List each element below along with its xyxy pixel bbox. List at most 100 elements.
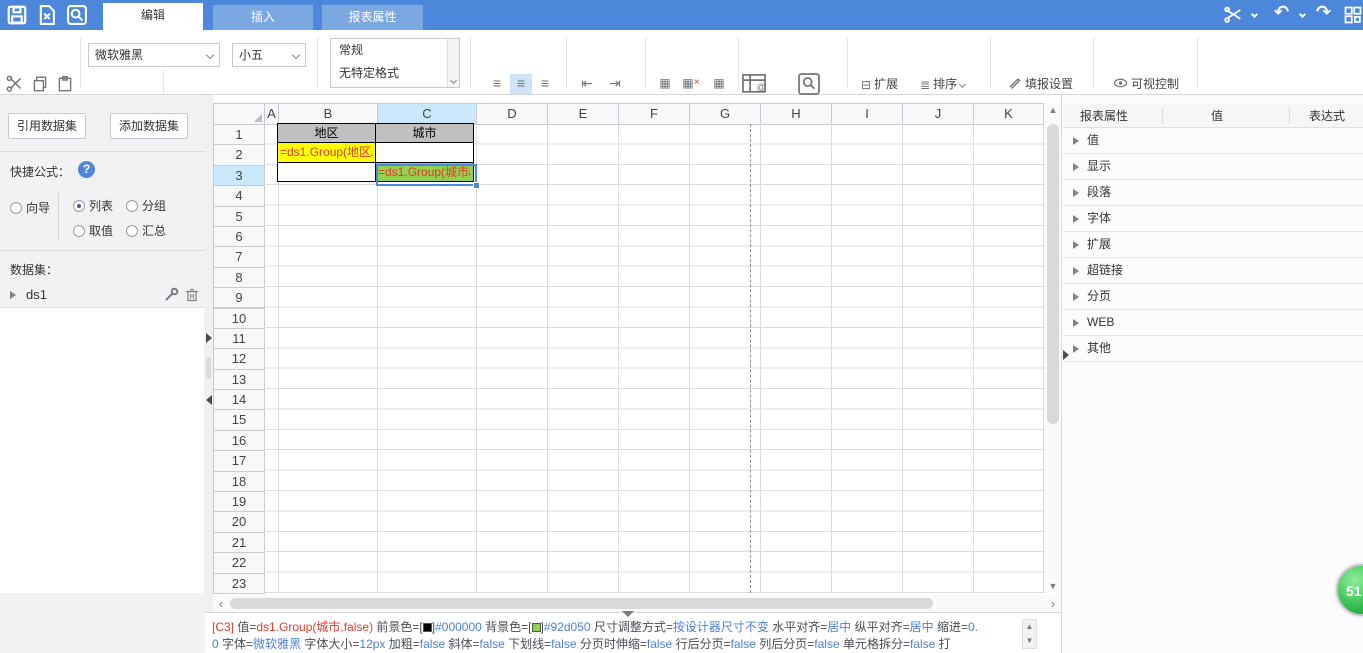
edit-dataset-icon[interactable] <box>164 287 179 305</box>
column-header-I[interactable]: I <box>831 103 903 125</box>
copy-icon[interactable] <box>31 75 51 93</box>
horizontal-scroll-thumb[interactable] <box>230 598 933 609</box>
property-section-8[interactable]: 其他 <box>1063 336 1363 362</box>
property-section-1[interactable]: 显示 <box>1063 154 1363 180</box>
delete-dataset-icon[interactable] <box>185 287 199 305</box>
cell-B1[interactable]: 地区 <box>277 123 376 143</box>
property-section-5[interactable]: 超链接 <box>1063 258 1363 284</box>
select-all-corner[interactable] <box>213 103 265 125</box>
selection-resize-handle[interactable] <box>473 182 480 189</box>
section-expand-icon[interactable] <box>1073 163 1079 171</box>
row-header-10[interactable]: 10 <box>213 308 265 329</box>
row-header-16[interactable]: 16 <box>213 430 265 451</box>
property-section-0[interactable]: 值 <box>1063 128 1363 154</box>
radio-list[interactable]: 列表 <box>73 197 113 214</box>
format-item-0[interactable]: 常规 <box>331 39 459 62</box>
insert-column-button[interactable]: ▦ <box>708 74 730 94</box>
dataset-item-ds1[interactable]: ds1 <box>0 283 205 308</box>
section-expand-icon[interactable] <box>1073 189 1079 197</box>
font-size-select[interactable]: 小五 <box>232 43 306 67</box>
property-section-6[interactable]: 分页 <box>1063 284 1363 310</box>
property-section-7[interactable]: WEB <box>1063 310 1363 336</box>
collapse-statusbar-icon[interactable] <box>622 611 634 617</box>
font-family-select[interactable]: 微软雅黑 <box>88 43 220 67</box>
row-header-1[interactable]: 1 <box>213 124 265 145</box>
row-header-17[interactable]: 17 <box>213 450 265 471</box>
cell-C2[interactable] <box>375 142 474 162</box>
row-header-11[interactable]: 11 <box>213 328 265 349</box>
expand-button[interactable]: ⊟扩展 <box>861 74 898 94</box>
column-header-G[interactable]: G <box>689 103 761 125</box>
redo-icon[interactable]: ↷ <box>1316 2 1331 23</box>
help-icon[interactable]: ? <box>78 161 95 178</box>
expand-triangle-icon[interactable] <box>10 291 16 299</box>
row-header-21[interactable]: 21 <box>213 532 265 553</box>
scroll-right-icon[interactable]: › <box>1047 596 1059 611</box>
row-header-12[interactable]: 12 <box>213 348 265 369</box>
column-header-K[interactable]: K <box>973 103 1044 125</box>
row-header-5[interactable]: 5 <box>213 206 265 227</box>
sort-button[interactable]: ≣排序 <box>920 74 965 94</box>
column-header-A[interactable]: A <box>264 103 279 125</box>
increase-indent-button[interactable]: ⇥ <box>604 74 626 94</box>
radio-value[interactable]: 取值 <box>73 222 113 239</box>
row-header-6[interactable]: 6 <box>213 226 265 247</box>
format-list-scrollbar[interactable] <box>447 39 459 87</box>
section-expand-icon[interactable] <box>1073 215 1079 223</box>
section-expand-icon[interactable] <box>1073 345 1079 353</box>
decrease-indent-button[interactable]: ⇤ <box>576 74 598 94</box>
tab-report-properties[interactable]: 报表属性 <box>322 5 423 30</box>
layout-grid-icon[interactable] <box>1343 5 1363 27</box>
align-middle-button[interactable]: ≡ <box>510 74 532 94</box>
fill-settings-button[interactable]: 填报设置 <box>1008 74 1073 94</box>
scissors-tool-icon[interactable] <box>1224 6 1246 28</box>
vertical-scrollbar[interactable]: ▲ ▼ <box>1045 103 1061 593</box>
preview-icon[interactable] <box>66 4 88 26</box>
row-header-19[interactable]: 19 <box>213 491 265 512</box>
format-item-1[interactable]: 无特定格式 <box>331 62 459 85</box>
section-expand-icon[interactable] <box>1073 137 1079 145</box>
delete-row-button[interactable]: ▦× <box>680 74 702 94</box>
property-section-2[interactable]: 段落 <box>1063 180 1363 206</box>
section-expand-icon[interactable] <box>1073 241 1079 249</box>
radio-summary[interactable]: 汇总 <box>126 222 166 239</box>
column-header-B[interactable]: B <box>278 103 378 125</box>
undo-icon[interactable]: ↶ <box>1274 2 1289 23</box>
row-header-15[interactable]: 15 <box>213 409 265 430</box>
property-section-3[interactable]: 字体 <box>1063 206 1363 232</box>
section-expand-icon[interactable] <box>1073 319 1079 327</box>
row-header-9[interactable]: 9 <box>213 287 265 308</box>
column-header-H[interactable]: H <box>760 103 832 125</box>
add-dataset-button[interactable]: 添加数据集 <box>110 113 188 139</box>
horizontal-scrollbar[interactable]: ‹ › <box>213 595 1061 612</box>
chevron-down-icon[interactable] <box>1300 9 1305 23</box>
row-header-3[interactable]: 3 <box>213 165 265 186</box>
visual-control-button[interactable]: 可视控制 <box>1113 74 1179 94</box>
section-expand-icon[interactable] <box>1073 293 1079 301</box>
scroll-left-icon[interactable]: ‹ <box>215 596 227 611</box>
section-expand-icon[interactable] <box>1073 267 1079 275</box>
collapse-right-arrow-icon[interactable] <box>206 333 212 343</box>
row-header-7[interactable]: 7 <box>213 246 265 267</box>
radio-group[interactable]: 分组 <box>126 197 166 214</box>
cell-format-listbox[interactable]: 常规无特定格式 <box>330 38 460 88</box>
splitter-grip[interactable] <box>206 357 211 379</box>
chevron-down-icon[interactable] <box>1252 9 1257 23</box>
column-header-F[interactable]: F <box>618 103 690 125</box>
row-header-18[interactable]: 18 <box>213 471 265 492</box>
cut-icon[interactable] <box>6 75 26 93</box>
row-header-13[interactable]: 13 <box>213 369 265 390</box>
row-header-23[interactable]: 23 <box>213 573 265 594</box>
align-top-button[interactable]: ≡ <box>486 74 508 94</box>
row-header-8[interactable]: 8 <box>213 267 265 288</box>
cell-B3[interactable] <box>277 162 376 182</box>
row-header-22[interactable]: 22 <box>213 552 265 573</box>
column-header-E[interactable]: E <box>547 103 619 125</box>
save-icon[interactable] <box>6 4 28 26</box>
cell-C3[interactable]: =ds1.Group(城市↓ <box>375 162 474 182</box>
column-header-C[interactable]: C <box>377 103 477 125</box>
tab-edit[interactable]: 编辑 <box>103 3 203 30</box>
scroll-down-icon[interactable]: ▼ <box>1045 581 1061 591</box>
left-splitter[interactable] <box>205 95 213 612</box>
insert-row-button[interactable]: ▦ <box>654 74 676 94</box>
